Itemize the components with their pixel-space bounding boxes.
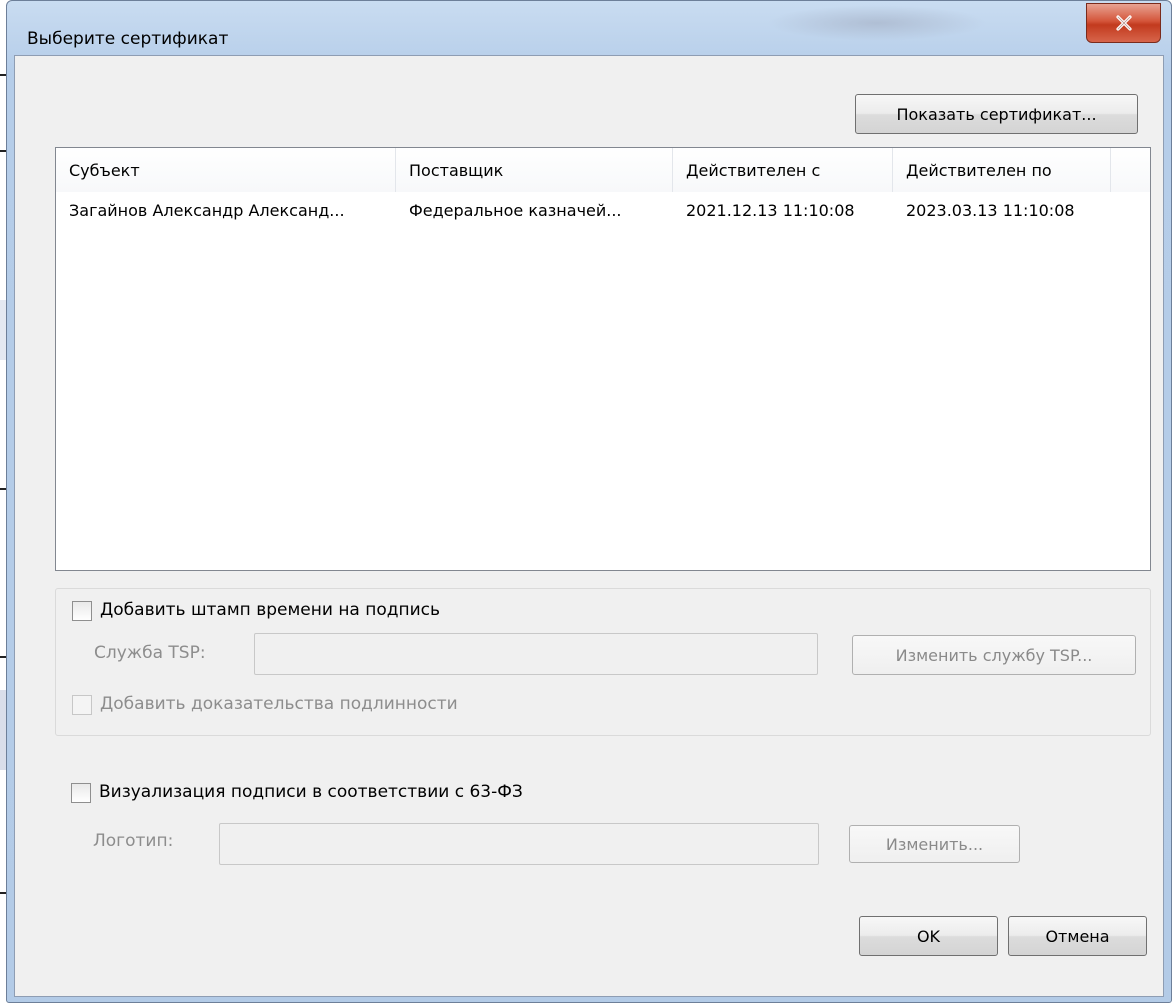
cell-subject: Загайнов Александр Александ... — [69, 200, 345, 220]
list-header: Субъект Поставщик Действителен с Действи… — [56, 148, 1150, 192]
show-certificate-button[interactable]: Показать сертификат... — [855, 94, 1138, 134]
add-timestamp-label[interactable]: Добавить штамп времени на подпись — [100, 600, 440, 620]
change-tsp-button[interactable]: Изменить службу TSP... — [852, 635, 1136, 675]
cell-valid-to: 2023.03.13 11:10:08 — [906, 200, 1075, 220]
cancel-button[interactable]: Отмена — [1008, 916, 1147, 956]
cell-valid-from: 2021.12.13 11:10:08 — [686, 200, 855, 220]
column-header-valid-to[interactable]: Действителен по — [893, 148, 1111, 192]
certificate-list[interactable]: Субъект Поставщик Действителен с Действи… — [55, 147, 1151, 571]
tsp-service-field[interactable] — [254, 633, 818, 675]
dialog-title: Выберите сертификат — [27, 29, 229, 49]
logo-field[interactable] — [219, 823, 819, 865]
add-evidence-label[interactable]: Добавить доказательства подлинности — [100, 694, 458, 714]
close-icon — [1114, 13, 1134, 33]
titlebar-glare — [767, 5, 987, 41]
close-button[interactable] — [1086, 3, 1161, 43]
column-header-issuer[interactable]: Поставщик — [396, 148, 673, 192]
column-header-valid-from[interactable]: Действителен с — [673, 148, 893, 192]
cell-issuer: Федеральное казначей... — [409, 200, 622, 220]
add-timestamp-checkbox[interactable] — [72, 601, 92, 621]
change-logo-button[interactable]: Изменить... — [849, 825, 1020, 863]
logo-label: Логотип: — [93, 831, 174, 851]
visualization-checkbox[interactable] — [71, 783, 91, 803]
tsp-service-label: Служба TSP: — [94, 643, 206, 663]
dialog-client-area: Показать сертификат... Субъект Поставщик… — [14, 55, 1164, 997]
table-row[interactable]: Загайнов Александр Александ... Федеральн… — [56, 193, 1150, 227]
visualization-label[interactable]: Визуализация подписи в соответствии с 63… — [99, 782, 523, 802]
ok-button[interactable]: OK — [859, 916, 998, 956]
certificate-dialog: Выберите сертификат Показать сертификат.… — [6, 0, 1172, 1003]
add-evidence-checkbox[interactable] — [72, 695, 92, 715]
timestamp-group: Добавить штамп времени на подпись Служба… — [55, 588, 1151, 736]
column-header-filler — [1111, 148, 1150, 192]
column-header-subject[interactable]: Субъект — [56, 148, 396, 192]
